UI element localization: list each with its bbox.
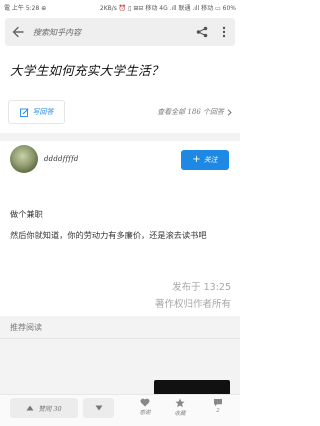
status-left-text: 電 上午 5:28 ⊕ — [4, 4, 47, 12]
back-button[interactable] — [5, 18, 31, 46]
triangle-down-icon — [95, 405, 102, 411]
status-bar: 電 上午 5:28 ⊕ 2KB/s ⏰ ▯ ⊞⊟ 移动 4G .ıll 联通 .… — [0, 0, 240, 14]
recommended-title: 推荐阅读 — [10, 323, 42, 332]
view-all-answers-link[interactable]: 查看全部 186 个回答 — [157, 107, 232, 117]
search-bar[interactable]: 搜索知乎内容 — [5, 18, 235, 46]
collect-label: 收藏 — [174, 411, 186, 417]
divider — [0, 338, 240, 339]
collect-button[interactable]: 收藏 — [165, 398, 195, 417]
arrow-left-icon — [12, 26, 24, 38]
view-all-label: 查看全部 186 个回答 — [157, 108, 224, 116]
upvote-label: 赞同 30 — [38, 405, 62, 413]
section-divider — [0, 133, 240, 141]
pencil-icon — [19, 107, 29, 117]
author-avatar[interactable] — [10, 145, 38, 173]
comment-icon — [214, 399, 222, 407]
follow-label: 关注 — [203, 156, 218, 164]
write-answer-label: 写回答 — [32, 108, 54, 116]
comment-count: 2 — [216, 408, 220, 414]
thanks-button[interactable]: 感谢 — [130, 398, 160, 416]
published-time: 发布于 13:25 — [172, 282, 231, 293]
status-right-text: 2KB/s ⏰ ▯ ⊞⊟ 移动 4G .ıll 联通 .ıll 移动 ▭ 60% — [99, 4, 236, 12]
triangle-up-icon — [26, 405, 34, 411]
star-icon — [175, 398, 185, 408]
follow-button[interactable]: + 关注 — [181, 150, 229, 170]
more-vertical-icon — [222, 26, 226, 38]
share-icon — [196, 26, 208, 38]
question-title[interactable]: 大学生如何充实大学生活？ — [10, 60, 232, 79]
answer-text-line: 然后你就知道，你的劳动力有多廉价，还是滚去读书吧 — [10, 230, 207, 240]
copyright-notice: 著作权归作者所有 — [154, 299, 231, 310]
comment-button[interactable]: 2 — [203, 398, 233, 414]
downvote-button[interactable] — [83, 398, 114, 418]
plus-icon: + — [192, 154, 201, 165]
heart-icon — [140, 398, 150, 407]
write-answer-button[interactable]: 写回答 — [8, 100, 65, 124]
upvote-button[interactable]: 赞同 30 — [10, 398, 78, 418]
bottom-action-bar: 赞同 30 感谢 收藏 2 — [0, 394, 240, 426]
share-button[interactable] — [191, 18, 213, 46]
thanks-label: 感谢 — [139, 410, 151, 416]
search-input[interactable]: 搜索知乎内容 — [31, 27, 191, 38]
recommended-card-thumbnail[interactable] — [154, 380, 230, 394]
author-name[interactable]: ddddffffd — [44, 155, 79, 163]
chevron-right-icon — [227, 108, 232, 116]
more-button[interactable] — [213, 18, 235, 46]
answer-text-line: 做个兼职 — [10, 209, 43, 219]
